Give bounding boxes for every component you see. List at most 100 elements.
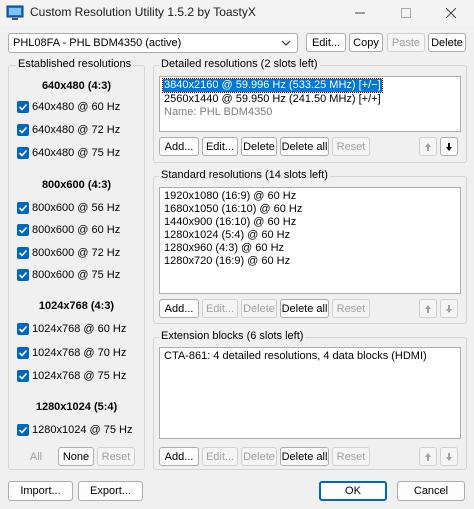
extension-reset-button[interactable]: Reset: [332, 447, 370, 466]
minimize-icon: [355, 12, 365, 14]
checkmark-icon: [17, 424, 29, 436]
monitor-copy-button[interactable]: Copy: [349, 33, 383, 52]
move-up-button[interactable]: [419, 137, 437, 156]
extension-delete-all-button[interactable]: Delete all: [280, 447, 329, 466]
move-up-button[interactable]: [419, 299, 437, 318]
detailed-delete-all-button[interactable]: Delete all: [280, 137, 329, 156]
standard-edit-button[interactable]: Edit...: [202, 299, 238, 318]
arrow-up-icon: [425, 452, 431, 461]
monitor-paste-button[interactable]: Paste: [387, 33, 425, 52]
group-header-1024x768: 1024x768 (4:3): [38, 300, 115, 312]
checkmark-icon: [17, 202, 29, 214]
group-header-640x480: 640x480 (4:3): [41, 80, 112, 92]
extension-delete-button[interactable]: Delete: [241, 447, 277, 466]
close-button[interactable]: [428, 0, 474, 26]
checkmark-icon: [17, 269, 29, 281]
checkbox-label: 640x480 @ 72 Hz: [32, 124, 121, 136]
list-item[interactable]: 1920x1080 (16:9) @ 60 Hz: [163, 190, 297, 203]
checkmark-icon: [17, 370, 29, 382]
checkmark-icon: [17, 323, 29, 335]
checkbox-1024x768-75[interactable]: 1024x768 @ 75 Hz: [17, 368, 126, 384]
minimize-button[interactable]: [337, 0, 383, 26]
list-item[interactable]: 1680x1050 (16:10) @ 60 Hz: [163, 203, 303, 216]
list-item[interactable]: 1280x960 (4:3) @ 60 Hz: [163, 242, 285, 255]
app-icon: [6, 5, 24, 20]
detailed-reset-button[interactable]: Reset: [332, 137, 370, 156]
extension-edit-button[interactable]: Edit...: [202, 447, 238, 466]
title-bar: Custom Resolution Utility 1.5.2 by Toast…: [0, 0, 474, 26]
detailed-delete-button[interactable]: Delete: [241, 137, 277, 156]
checkbox-800x600-72[interactable]: 800x600 @ 72 Hz: [17, 245, 120, 261]
checkmark-icon: [17, 224, 29, 236]
group-header-800x600: 800x600 (4:3): [41, 179, 112, 191]
close-icon: [446, 8, 456, 18]
checkbox-label: 1024x768 @ 60 Hz: [32, 323, 127, 335]
detailed-resolutions-list[interactable]: 3840x2160 @ 59.996 Hz (533.25 MHz) [+/−]…: [159, 76, 461, 132]
monitor-edit-button[interactable]: Edit...: [306, 33, 346, 52]
checkbox-label: 1280x1024 @ 75 Hz: [32, 424, 133, 436]
list-item[interactable]: 2560x1440 @ 59.950 Hz (241.50 MHz) [+/+]: [163, 93, 382, 106]
detailed-resolutions-title: Detailed resolutions (2 slots left): [159, 58, 320, 70]
checkmark-icon: [17, 147, 29, 159]
standard-add-button[interactable]: Add...: [159, 299, 199, 318]
list-item[interactable]: 3840x2160 @ 59.996 Hz (533.25 MHz) [+/−]: [162, 78, 383, 93]
checkbox-640x480-75[interactable]: 640x480 @ 75 Hz: [17, 145, 120, 161]
monitor-select-value: PHL08FA - PHL BDM4350 (active): [13, 37, 182, 49]
established-none-button[interactable]: None: [58, 447, 94, 466]
detailed-edit-button[interactable]: Edit...: [202, 137, 238, 156]
arrow-down-icon: [446, 142, 452, 151]
checkbox-1024x768-70[interactable]: 1024x768 @ 70 Hz: [17, 345, 126, 361]
monitor-select[interactable]: PHL08FA - PHL BDM4350 (active): [8, 33, 298, 53]
checkbox-label: 800x600 @ 75 Hz: [32, 269, 121, 281]
checkmark-icon: [17, 347, 29, 359]
checkbox-label: 1024x768 @ 75 Hz: [32, 370, 127, 382]
arrow-down-icon: [446, 304, 452, 313]
list-item-name[interactable]: Name: PHL BDM4350: [163, 106, 273, 119]
checkbox-label: 800x600 @ 72 Hz: [32, 247, 121, 259]
chevron-down-icon: [281, 40, 291, 46]
move-down-button[interactable]: [440, 447, 458, 466]
extension-blocks-list[interactable]: CTA-861: 4 detailed resolutions, 4 data …: [159, 347, 461, 439]
export-button[interactable]: Export...: [78, 481, 143, 501]
checkbox-800x600-75[interactable]: 800x600 @ 75 Hz: [17, 267, 120, 283]
checkbox-label: 640x480 @ 60 Hz: [32, 101, 121, 113]
checkbox-label: 1024x768 @ 70 Hz: [32, 347, 127, 359]
standard-resolutions-list[interactable]: 1920x1080 (16:9) @ 60 Hz 1680x1050 (16:1…: [159, 187, 461, 294]
standard-resolutions-title: Standard resolutions (14 slots left): [159, 169, 330, 181]
checkbox-640x480-72[interactable]: 640x480 @ 72 Hz: [17, 122, 120, 138]
cancel-button[interactable]: Cancel: [397, 481, 465, 501]
list-item[interactable]: CTA-861: 4 detailed resolutions, 4 data …: [163, 350, 428, 363]
group-header-1280x1024: 1280x1024 (5:4): [35, 401, 118, 413]
extension-add-button[interactable]: Add...: [159, 447, 199, 466]
arrow-up-icon: [425, 304, 431, 313]
checkbox-800x600-56[interactable]: 800x600 @ 56 Hz: [17, 200, 120, 216]
move-down-button[interactable]: [440, 299, 458, 318]
checkbox-640x480-60[interactable]: 640x480 @ 60 Hz: [17, 99, 120, 115]
checkbox-1024x768-60[interactable]: 1024x768 @ 60 Hz: [17, 321, 126, 337]
standard-delete-button[interactable]: Delete: [241, 299, 277, 318]
import-button[interactable]: Import...: [8, 481, 73, 501]
move-down-button[interactable]: [440, 137, 458, 156]
established-all-button[interactable]: All: [17, 447, 55, 466]
monitor-delete-button[interactable]: Delete: [428, 33, 466, 52]
list-item[interactable]: 1280x1024 (5:4) @ 60 Hz: [163, 229, 291, 242]
ok-button[interactable]: OK: [319, 481, 387, 501]
checkmark-icon: [17, 124, 29, 136]
standard-delete-all-button[interactable]: Delete all: [280, 299, 329, 318]
checkbox-800x600-60[interactable]: 800x600 @ 60 Hz: [17, 222, 120, 238]
maximize-button[interactable]: [383, 0, 429, 26]
checkbox-label: 640x480 @ 75 Hz: [32, 147, 121, 159]
standard-reset-button[interactable]: Reset: [332, 299, 370, 318]
list-item[interactable]: 1280x720 (16:9) @ 60 Hz: [163, 255, 291, 268]
checkmark-icon: [17, 247, 29, 259]
checkmark-icon: [17, 101, 29, 113]
extension-blocks-title: Extension blocks (6 slots left): [159, 330, 306, 342]
move-up-button[interactable]: [419, 447, 437, 466]
checkbox-1280x1024-75[interactable]: 1280x1024 @ 75 Hz: [17, 422, 132, 438]
detailed-add-button[interactable]: Add...: [159, 137, 199, 156]
established-reset-button[interactable]: Reset: [97, 447, 135, 466]
maximize-icon: [401, 8, 411, 18]
established-resolutions-title: Established resolutions: [16, 58, 134, 70]
arrow-up-icon: [425, 142, 431, 151]
list-item[interactable]: 1440x900 (16:10) @ 60 Hz: [163, 216, 297, 229]
